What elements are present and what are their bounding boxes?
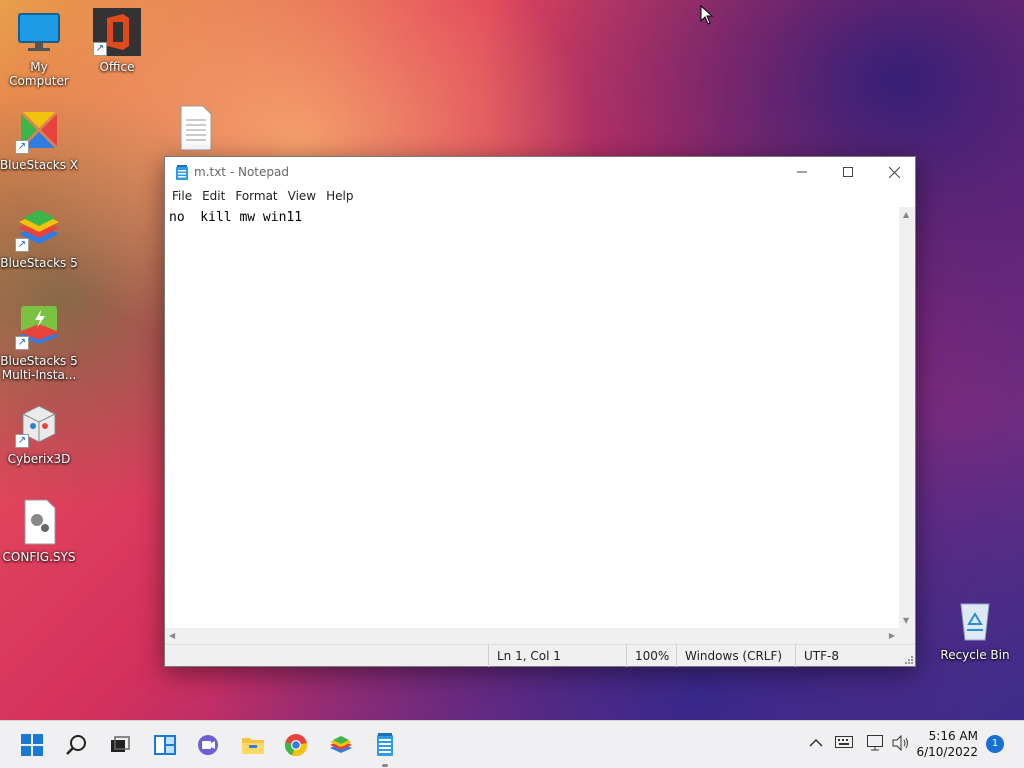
desktop-icon-label: My Computer bbox=[9, 60, 69, 88]
text-editor[interactable]: no kill mw win11 bbox=[165, 207, 899, 628]
vertical-scrollbar[interactable]: ▲ ▼ bbox=[899, 207, 915, 628]
widgets-button[interactable] bbox=[149, 729, 181, 761]
keyboard-button[interactable] bbox=[834, 735, 854, 755]
status-encoding: UTF-8 bbox=[795, 645, 895, 667]
chrome-icon bbox=[285, 734, 307, 757]
shortcut-arrow-icon: ↗ bbox=[15, 336, 29, 350]
notepad-app-icon bbox=[176, 165, 188, 180]
chevron-up-icon bbox=[809, 738, 823, 747]
window-title: m.txt - Notepad bbox=[194, 165, 289, 179]
start-button[interactable] bbox=[16, 729, 48, 761]
desktop-icon-label: BlueStacks X bbox=[0, 158, 79, 172]
network-button[interactable] bbox=[866, 735, 886, 755]
menu-edit[interactable]: Edit bbox=[197, 187, 230, 207]
scroll-right-icon[interactable]: ▶ bbox=[889, 631, 895, 640]
notepad-icon bbox=[377, 733, 393, 756]
file-explorer-button[interactable] bbox=[237, 729, 269, 761]
search-icon bbox=[66, 735, 86, 755]
status-position: Ln 1, Col 1 bbox=[488, 645, 622, 667]
status-bar: Ln 1, Col 1 100% Windows (CRLF) UTF-8 bbox=[165, 644, 915, 667]
scrollbar-corner bbox=[899, 628, 915, 644]
shortcut-arrow-icon: ↗ bbox=[15, 434, 29, 448]
menu-help[interactable]: Help bbox=[321, 187, 358, 207]
shortcut-arrow-icon: ↗ bbox=[93, 42, 107, 56]
task-view-icon bbox=[111, 736, 130, 752]
network-icon bbox=[867, 735, 883, 751]
volume-button[interactable] bbox=[891, 734, 911, 755]
maximize-button[interactable] bbox=[825, 157, 871, 187]
office-icon: ↗ bbox=[93, 8, 141, 56]
search-button[interactable] bbox=[60, 729, 92, 761]
title-bar[interactable]: m.txt - Notepad bbox=[165, 157, 915, 187]
keyboard-icon bbox=[835, 736, 853, 748]
scroll-up-icon[interactable]: ▲ bbox=[903, 210, 909, 219]
desktop-icon-bluestacks-5-multi[interactable]: ↗ BlueStacks 5 Multi-Insta... bbox=[0, 302, 79, 382]
horizontal-scrollbar[interactable]: ◀ ▶ bbox=[165, 628, 899, 644]
volume-icon bbox=[892, 734, 908, 752]
text-file-icon bbox=[171, 104, 219, 152]
bluestacks-icon bbox=[330, 736, 352, 753]
desktop-icon-text-file[interactable] bbox=[155, 104, 235, 156]
desktop-icon-config-sys[interactable]: CONFIG.SYS bbox=[0, 498, 79, 564]
desktop-icon-bluestacks-5[interactable]: ↗ BlueStacks 5 bbox=[0, 204, 79, 270]
desktop-icon-cyberix3d[interactable]: ↗ Cyberix3D bbox=[0, 400, 79, 466]
close-button[interactable] bbox=[871, 157, 917, 187]
chat-icon bbox=[198, 735, 218, 755]
desktop-icon-bluestacks-x[interactable]: ↗ BlueStacks X bbox=[0, 106, 79, 172]
scroll-down-icon[interactable]: ▼ bbox=[903, 616, 909, 625]
desktop-icon-label: BlueStacks 5 bbox=[0, 256, 78, 270]
maximize-icon bbox=[843, 167, 853, 177]
status-zoom: 100% bbox=[626, 645, 676, 667]
minimize-button[interactable] bbox=[779, 157, 825, 187]
active-app-indicator bbox=[382, 764, 388, 767]
show-hidden-icons-button[interactable] bbox=[806, 735, 826, 755]
monitor-icon bbox=[15, 8, 63, 56]
mouse-cursor-icon bbox=[700, 5, 714, 25]
desktop-icon-office[interactable]: ↗ Office bbox=[77, 8, 157, 74]
menu-view[interactable]: View bbox=[283, 187, 321, 207]
desktop-icon-label: Recycle Bin bbox=[940, 648, 1010, 662]
menu-format[interactable]: Format bbox=[230, 187, 282, 207]
scroll-left-icon[interactable]: ◀ bbox=[169, 631, 175, 640]
status-line-ending: Windows (CRLF) bbox=[676, 645, 796, 667]
notepad-taskbar-button[interactable] bbox=[369, 729, 401, 767]
resize-grip-icon[interactable] bbox=[903, 654, 913, 664]
clock[interactable]: 5:16 AM 6/10/2022 bbox=[916, 728, 978, 760]
minimize-icon bbox=[797, 171, 807, 173]
widgets-icon bbox=[154, 735, 176, 755]
desktop-icon-label: BlueStacks 5 Multi-Insta... bbox=[0, 354, 78, 382]
shortcut-arrow-icon: ↗ bbox=[15, 238, 29, 252]
menu-file[interactable]: File bbox=[167, 187, 197, 207]
close-icon bbox=[888, 166, 900, 178]
desktop-icon-label: Office bbox=[99, 60, 135, 74]
clock-time: 5:16 AM bbox=[928, 729, 978, 743]
start-icon bbox=[21, 734, 43, 756]
desktop-icon-label: CONFIG.SYS bbox=[2, 550, 76, 564]
bluestacks-button[interactable] bbox=[325, 729, 357, 761]
task-view-button[interactable] bbox=[104, 729, 136, 761]
notepad-window[interactable]: m.txt - Notepad File Edit Format View He… bbox=[164, 156, 916, 667]
taskbar: 5:16 AM 6/10/2022 1 bbox=[0, 720, 1024, 768]
cyberix3d-icon: ↗ bbox=[15, 400, 63, 448]
bluestacks-multi-instance-icon: ↗ bbox=[15, 302, 63, 350]
menu-bar: File Edit Format View Help bbox=[165, 187, 915, 207]
shortcut-arrow-icon: ↗ bbox=[15, 140, 29, 154]
clock-date: 6/10/2022 bbox=[916, 745, 978, 759]
bluestacks-5-icon: ↗ bbox=[15, 204, 63, 252]
chrome-button[interactable] bbox=[280, 729, 312, 761]
desktop-icon-recycle-bin[interactable]: Recycle Bin bbox=[935, 596, 1015, 662]
recycle-bin-icon bbox=[951, 596, 999, 644]
chat-button[interactable] bbox=[192, 729, 224, 761]
desktop-icon-my-computer[interactable]: My Computer bbox=[0, 8, 79, 88]
desktop-icon-label: Cyberix3D bbox=[7, 452, 71, 466]
file-explorer-icon bbox=[242, 738, 264, 754]
bluestacks-x-icon: ↗ bbox=[15, 106, 63, 154]
system-file-icon bbox=[15, 498, 63, 546]
notification-badge[interactable]: 1 bbox=[986, 735, 1004, 753]
